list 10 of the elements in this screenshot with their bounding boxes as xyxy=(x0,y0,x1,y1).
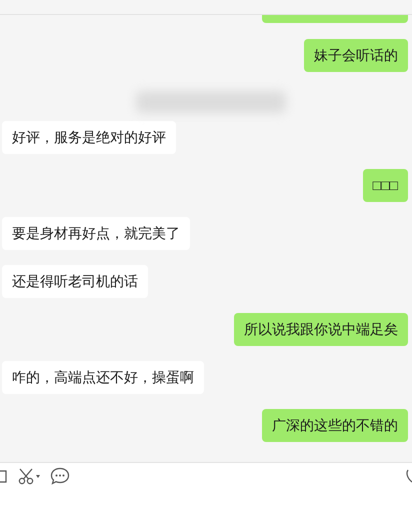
message-bubble: 广深的这些的不错的 xyxy=(262,409,408,442)
message-bubble: □□□ xyxy=(362,169,408,202)
message-bubble: 要是身材再好点，就完美了 xyxy=(2,217,190,250)
message-bubble: 妹子会听话的 xyxy=(304,39,408,72)
message-bubble: 还是得听老司机的话 xyxy=(2,265,148,298)
message-bubble: 所以说我跟你说中端足矣 xyxy=(234,313,408,346)
message-bubble: 好评，服务是绝对的好评 xyxy=(2,121,176,154)
scissors-icon[interactable] xyxy=(18,467,42,485)
message-bubble: 咋的，高端点还不好，操蛋啊 xyxy=(2,361,204,394)
chat-icon[interactable] xyxy=(50,467,70,485)
